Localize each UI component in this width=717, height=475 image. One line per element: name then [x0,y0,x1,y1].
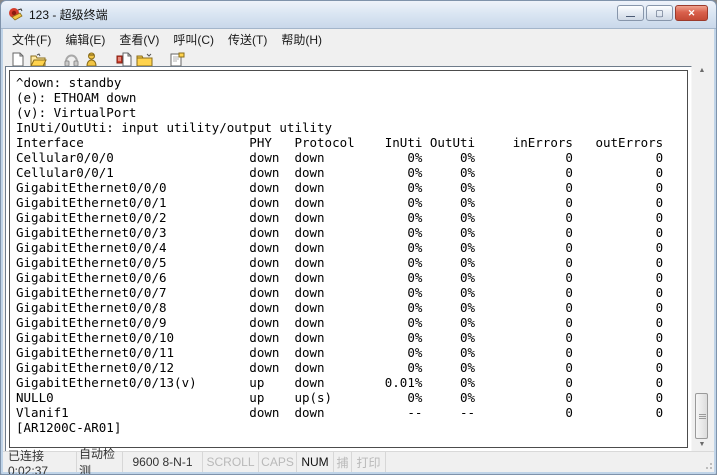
terminal-inner-frame: ^down: standby (e): ETHOAM down (v): Vir… [9,70,688,448]
properties-icon [169,52,185,67]
terminal-line: GigabitEthernet0/0/10 down down 0% 0% 0 … [16,330,687,345]
status-baud: 9600 8-N-1 [123,452,203,472]
disconnect-phone-icon [84,52,99,67]
terminal-line: GigabitEthernet0/0/2 down down 0% 0% 0 0 [16,210,687,225]
menu-help[interactable]: 帮助(H) [274,28,329,51]
close-button[interactable]: ✕ [675,5,708,21]
terminal-line: Vlanif1 down down -- -- 0 0 [16,405,687,420]
hyperterminal-app-icon [8,7,24,23]
close-icon: ✕ [688,9,696,18]
terminal-line: GigabitEthernet0/0/4 down down 0% 0% 0 0 [16,240,687,255]
titlebar[interactable]: 123 - 超级终端 — ▢ ✕ [1,1,716,29]
terminal-line: GigabitEthernet0/0/5 down down 0% 0% 0 0 [16,255,687,270]
menu-view[interactable]: 查看(V) [112,28,166,51]
window-controls: — ▢ ✕ [617,5,708,21]
terminal-line: GigabitEthernet0/0/6 down down 0% 0% 0 0 [16,270,687,285]
terminal-line: GigabitEthernet0/0/12 down down 0% 0% 0 … [16,360,687,375]
vertical-scrollbar[interactable]: ▲ ▼ [694,63,710,453]
hyperterminal-window: 123 - 超级终端 — ▢ ✕ 文件(F) 编辑(E) 查看(V) 呼叫(C)… [0,0,717,475]
window-title: 123 - 超级终端 [29,1,108,29]
terminal-line: GigabitEthernet0/0/0 down down 0% 0% 0 0 [16,180,687,195]
scrollbar-thumb[interactable] [695,393,708,439]
maximize-icon: ▢ [655,9,664,18]
scroll-up-arrow-icon[interactable]: ▲ [694,63,710,78]
terminal-line: GigabitEthernet0/0/11 down down 0% 0% 0 … [16,345,687,360]
status-autodetect: 自动检测 [77,452,123,472]
terminal-table-header: Interface PHY Protocol InUti OutUti inEr… [16,135,687,150]
menu-file[interactable]: 文件(F) [5,28,58,51]
terminal-line: Cellular0/0/0 down down 0% 0% 0 0 [16,150,687,165]
terminal-line: GigabitEthernet0/0/9 down down 0% 0% 0 0 [16,315,687,330]
status-caps: CAPS [259,452,297,472]
scroll-down-arrow-icon[interactable]: ▼ [694,437,710,452]
terminal-line: ^down: standby [16,75,687,90]
send-file-icon [116,52,132,67]
terminal-line: GigabitEthernet0/0/3 down down 0% 0% 0 0 [16,225,687,240]
terminal-frame: ^down: standby (e): ETHOAM down (v): Vir… [5,66,692,453]
terminal-line: (v): VirtualPort [16,105,687,120]
minimize-icon: — [626,12,635,21]
terminal-line: NULL0 up up(s) 0% 0% 0 0 [16,390,687,405]
terminal-line: Cellular0/0/1 down down 0% 0% 0 0 [16,165,687,180]
maximize-button[interactable]: ▢ [646,5,673,21]
status-capture: 捕 [334,452,352,472]
menu-edit[interactable]: 编辑(E) [58,28,112,51]
statusbar: 已连接 0:02:37 自动检测 9600 8-N-1 SCROLL CAPS … [3,451,714,472]
terminal-line: GigabitEthernet0/0/8 down down 0% 0% 0 0 [16,300,687,315]
menu-call[interactable]: 呼叫(C) [166,28,221,51]
status-num: NUM [297,452,334,472]
terminal-prompt: [AR1200C-AR01] [16,420,687,435]
terminal-line: GigabitEthernet0/0/13(v) up down 0.01% 0… [16,375,687,390]
terminal-line: GigabitEthernet0/0/1 down down 0% 0% 0 0 [16,195,687,210]
receive-file-icon [136,53,153,67]
terminal-line: (e): ETHOAM down [16,90,687,105]
status-connected: 已连接 0:02:37 [3,452,77,472]
client-area: 文件(F) 编辑(E) 查看(V) 呼叫(C) 传送(T) 帮助(H) [3,29,714,472]
terminal-screen[interactable]: ^down: standby (e): ETHOAM down (v): Vir… [10,71,687,435]
terminal-line: InUti/OutUti: input utility/output utili… [16,120,687,135]
new-document-icon [11,52,25,67]
open-folder-icon [30,53,47,67]
menu-transfer[interactable]: 传送(T) [221,28,274,51]
status-scroll: SCROLL [203,452,259,472]
call-phone-icon [64,53,79,67]
resize-grip[interactable] [702,459,712,469]
scrollbar-grip [699,414,706,415]
minimize-button[interactable]: — [617,5,644,21]
menubar: 文件(F) 编辑(E) 查看(V) 呼叫(C) 传送(T) 帮助(H) [3,29,714,49]
status-print: 打印 [352,452,386,472]
terminal-line: GigabitEthernet0/0/7 down down 0% 0% 0 0 [16,285,687,300]
